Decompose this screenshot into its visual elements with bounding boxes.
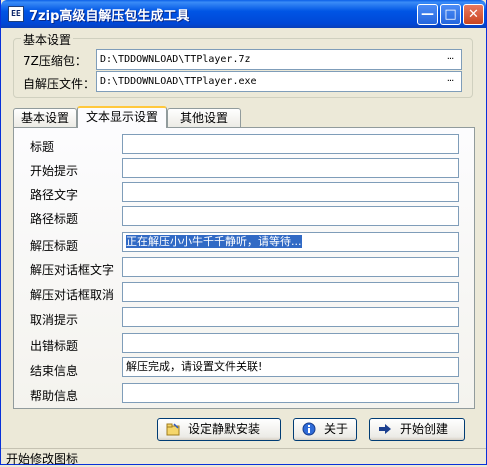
sfx-path-value: D:\TDDOWNLOAD\TTPlayer.exe (100, 76, 257, 87)
about-button[interactable]: 关于 (293, 418, 357, 441)
about-label: 关于 (324, 422, 349, 436)
form-label-cancel-prompt: 取消提示 (30, 313, 79, 327)
cancel-prompt-input[interactable] (122, 307, 459, 327)
form-label-path-title: 路径标题 (30, 212, 79, 226)
archive-label: 7Z压缩包： (23, 54, 87, 68)
start-create-label: 开始创建 (400, 422, 449, 436)
start-create-button[interactable]: 开始创建 (369, 418, 465, 441)
form-label-path-text: 路径文字 (30, 188, 79, 202)
app-window: EE 7zip高级自解压包生成工具 — □ ✕ 基本设置 7Z压缩包： D:\T… (0, 0, 487, 466)
form-label-extract-dialog-cancel: 解压对话框取消 (30, 288, 115, 302)
silent-install-button[interactable]: 设定静默安装 (157, 418, 281, 441)
sfx-path-field[interactable]: D:\TDDOWNLOAD\TTPlayer.exe ... (96, 71, 462, 92)
sfx-label: 自解压文件： (23, 77, 96, 91)
help-message-input[interactable] (122, 383, 459, 403)
form-label-finish-message: 结束信息 (30, 364, 79, 378)
form-label-start-prompt: 开始提示 (30, 164, 79, 178)
extract-dialog-cancel-input[interactable] (122, 282, 459, 302)
info-icon (302, 422, 316, 436)
title-bar[interactable]: EE 7zip高级自解压包生成工具 — □ ✕ (1, 0, 486, 28)
tab-basic-settings[interactable]: 基本设置 (13, 108, 77, 127)
start-prompt-input[interactable] (122, 158, 459, 178)
minimize-button[interactable]: — (417, 4, 438, 25)
form-label-extract-dialog-text: 解压对话框文字 (30, 263, 115, 277)
archive-path-field[interactable]: D:\TDDOWNLOAD\TTPlayer.7z ... (96, 49, 462, 70)
finish-message-input[interactable]: 解压完成，请设置文件关联! (122, 357, 459, 377)
basic-settings-legend: 基本设置 (21, 31, 74, 48)
app-icon: EE (8, 6, 24, 22)
maximize-button[interactable]: □ (440, 4, 461, 25)
status-text: 开始修改图标 (6, 452, 79, 466)
form-label-help-message: 帮助信息 (30, 389, 79, 403)
title-input[interactable] (122, 134, 459, 154)
arrow-right-icon (379, 424, 391, 434)
error-title-input[interactable] (122, 333, 459, 353)
silent-install-label: 设定静默安装 (188, 422, 261, 436)
path-title-input[interactable] (122, 206, 459, 226)
tab-other-settings[interactable]: 其他设置 (167, 108, 241, 127)
folder-edit-icon (166, 423, 180, 436)
form-label-title: 标题 (30, 140, 55, 154)
sfx-browse-button[interactable]: ... (442, 73, 458, 90)
path-text-input[interactable] (122, 182, 459, 202)
tab-text-display-settings[interactable]: 文本显示设置 (77, 106, 167, 128)
extract-title-input[interactable]: 正在解压小小牛千千静听，请等待... (122, 232, 459, 252)
window-title: 7zip高级自解压包生成工具 (29, 9, 190, 24)
form-label-extract-title: 解压标题 (30, 239, 79, 253)
form-label-error-title: 出错标题 (30, 339, 79, 353)
status-bar: 开始修改图标 (1, 448, 486, 466)
close-button[interactable]: ✕ (463, 4, 484, 25)
archive-browse-button[interactable]: ... (442, 51, 458, 68)
extract-title-selected-text: 正在解压小小牛千千静听，请等待... (126, 235, 302, 248)
extract-dialog-text-input[interactable] (122, 257, 459, 277)
archive-path-value: D:\TDDOWNLOAD\TTPlayer.7z (100, 54, 251, 65)
